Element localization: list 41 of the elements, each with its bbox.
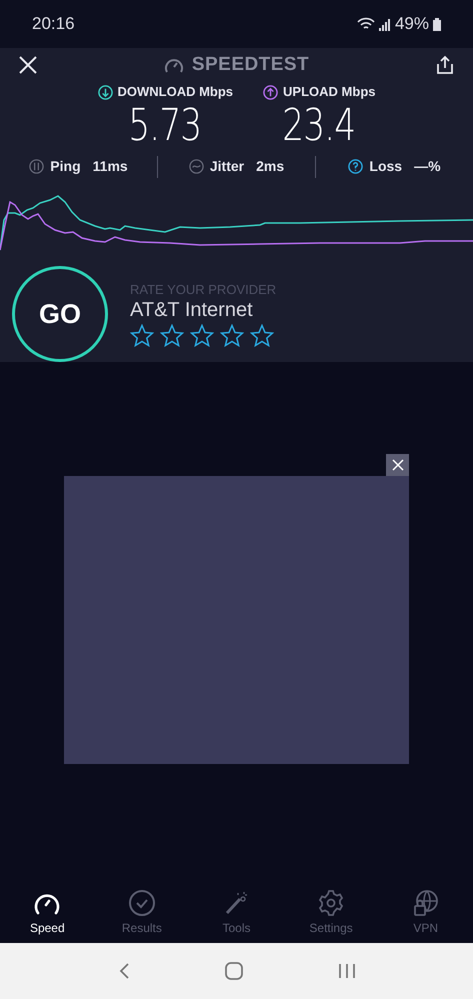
metric-label: Loss [369, 157, 402, 176]
battery-icon [433, 18, 441, 30]
star-icon[interactable] [130, 324, 154, 346]
checkmark-circle-icon [128, 888, 156, 916]
settings-icon [317, 888, 346, 916]
nav-tab[interactable]: Tools [196, 888, 276, 934]
metric-value: —% [414, 157, 441, 176]
close-ad-button[interactable] [386, 454, 409, 476]
close-icon[interactable] [18, 55, 38, 76]
clock-time: 20:16 [32, 13, 75, 36]
star-icon[interactable] [220, 324, 244, 346]
metric-value: 2ms [256, 157, 284, 176]
result-value: 5.73 [128, 102, 202, 150]
nav-tab[interactable]: Settings [291, 888, 372, 934]
metric-label: Ping [50, 157, 81, 176]
gauge-icon [164, 56, 184, 74]
wifi-icon [356, 17, 375, 31]
home-icon[interactable] [224, 961, 244, 981]
share-icon[interactable] [435, 55, 455, 76]
battery-percent: 49% [394, 13, 429, 36]
result-value: 23.4 [282, 102, 356, 150]
result-label: UPLOAD Mbps [283, 83, 376, 102]
star-icon[interactable] [190, 324, 214, 346]
nav-tab[interactable]: VPN [386, 888, 466, 934]
metric-label: Jitter [210, 157, 244, 176]
provider-name: AT&T Internet [130, 298, 254, 322]
jitter-icon [188, 159, 204, 174]
nav-tab[interactable]: Speed [7, 888, 88, 934]
close-icon [392, 459, 404, 471]
nav-tab[interactable]: Results [102, 888, 182, 934]
go-button[interactable]: GO [12, 266, 108, 362]
signal-icon [378, 18, 391, 30]
recent-apps-icon[interactable] [336, 962, 356, 980]
star-icon[interactable] [250, 324, 274, 346]
metric-value: 11ms [92, 157, 128, 176]
star-icon[interactable] [160, 324, 184, 346]
app-title: SPEEDTEST [192, 52, 310, 77]
question-icon [348, 159, 364, 174]
result-label: DOWNLOAD Mbps [118, 83, 234, 102]
globe-lock-icon [412, 888, 440, 916]
ping-icon [29, 159, 44, 174]
